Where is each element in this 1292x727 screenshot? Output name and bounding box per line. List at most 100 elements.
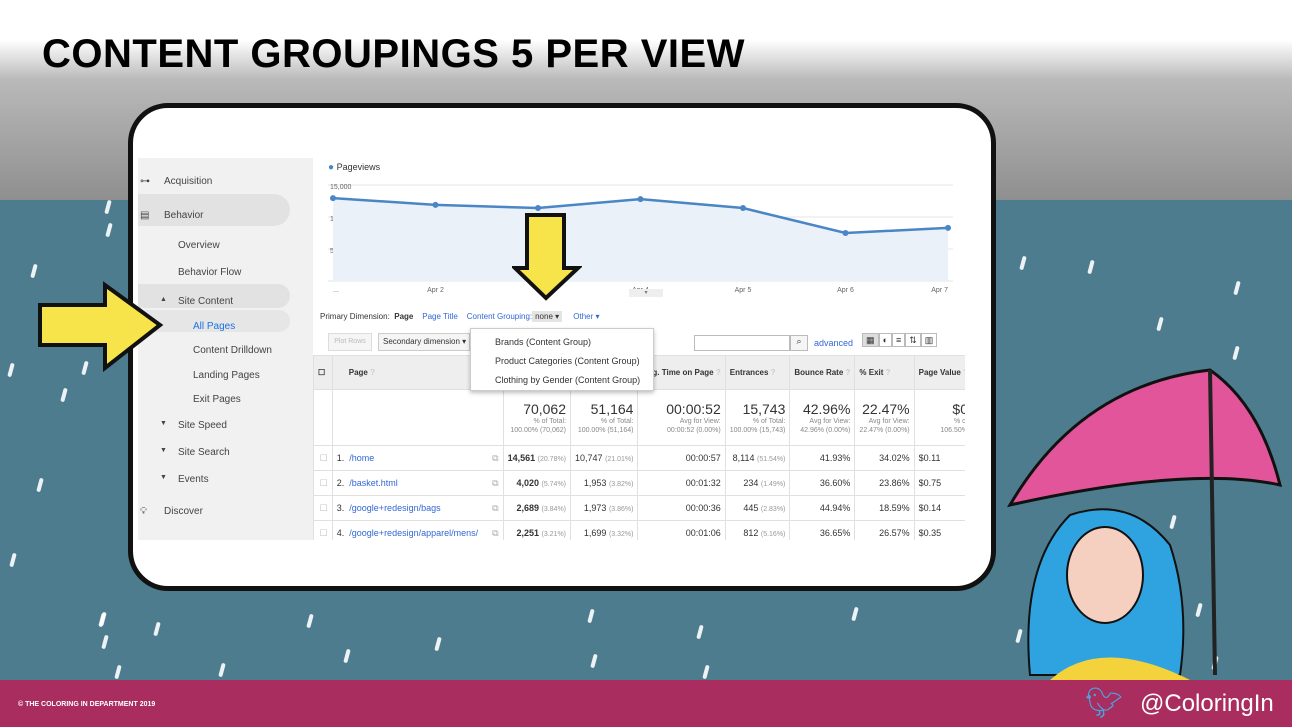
page-value-cell: $0.14 [913, 495, 965, 521]
unique-pageviews-value: 1,953 [583, 478, 607, 488]
secondary-dimension-select[interactable]: Secondary dimension ▾ [378, 333, 470, 351]
pie-view-icon[interactable]: ◐ [878, 333, 892, 347]
page-cell: 4. /google+redesign/apparel/mens/ ⧉ [331, 520, 504, 540]
plot-rows-button[interactable]: Plot Rows [328, 333, 372, 351]
column-header[interactable]: Page Value ? [913, 355, 965, 390]
twitter-handle: @ColoringIn [1140, 690, 1274, 717]
search-icon[interactable]: ⌕ [790, 335, 808, 351]
entrances-cell: 445 (2.83%) [724, 495, 791, 521]
sidebar-item-overview[interactable]: Overview [138, 240, 313, 251]
row-checkbox[interactable]: ☐ [313, 445, 333, 471]
exit-cell: 18.59% [854, 495, 915, 521]
data-point [330, 195, 336, 202]
row-checkbox[interactable]: ☐ [313, 470, 333, 496]
dropdown-option[interactable]: Clothing by Gender (Content Group) [495, 375, 640, 385]
view-toggle-group: ▦ ◐ ≡ ⇅ ▥ [862, 333, 938, 347]
slide-title: CONTENT GROUPINGS 5 PER VIEW [42, 32, 745, 76]
row-checkbox[interactable]: ☐ [313, 495, 333, 521]
column-header-label: Bounce Rate [794, 368, 844, 377]
row-checkbox[interactable]: ☐ [313, 520, 333, 540]
page-link[interactable]: /google+redesign/apparel/mens/ [349, 528, 478, 538]
sidebar-item-behavior-flow[interactable]: Behavior Flow [138, 267, 313, 278]
total-cell: 15,743% of Total: 100.00% (15,743) [724, 389, 791, 446]
y-tick-label: 15,000 [330, 184, 352, 191]
sidebar-item-label: All Pages [193, 321, 236, 332]
sidebar-item-label: Landing Pages [193, 370, 260, 381]
column-header-label: Entrances [729, 368, 769, 377]
total-sub-label: Avg for View: [679, 417, 721, 425]
total-cell: 00:00:52 Avg for View: 00:00:52 (0.00%) [637, 389, 726, 446]
dimension-page-title[interactable]: Page Title [422, 312, 458, 321]
total-sub-value: 100.00% (51,164) [577, 426, 634, 434]
dimension-page[interactable]: Page [394, 312, 413, 321]
total-sub-label: % of Total: [600, 417, 634, 425]
table-row: ☐ 2. /basket.html ⧉ 4,020 (5.74%) 1,953 (… [313, 470, 965, 496]
raindrop [59, 387, 68, 403]
table-row: ☐ 4. /google+redesign/apparel/mens/ ⧉ 2,2… [313, 520, 965, 540]
open-link-icon[interactable]: ⧉ [492, 453, 498, 464]
raindrop [105, 222, 113, 238]
select-all-checkbox[interactable]: ☐ [313, 355, 333, 390]
column-header[interactable]: Bounce Rate ? [789, 355, 856, 390]
sidebar-item-site-search[interactable]: ▼ Site Search [138, 447, 313, 458]
unique-pageviews-value: 10,747 [575, 453, 603, 463]
data-point [637, 196, 644, 203]
avg-time-cell: 00:01:32 [637, 470, 726, 496]
sidebar-item-exit-pages[interactable]: Exit Pages [138, 394, 313, 405]
raindrop [36, 477, 44, 493]
open-link-icon[interactable]: ⧉ [492, 528, 498, 539]
sidebar-item-acquisition[interactable]: ⊶ Acquisition [138, 176, 313, 187]
dropdown-option[interactable]: Product Categories (Content Group) [495, 356, 640, 366]
data-point [842, 230, 849, 236]
sidebar-item-site-speed[interactable]: ▼ Site Speed [138, 420, 313, 431]
caret-down-icon: ▼ [160, 420, 167, 427]
pivot-view-icon[interactable]: ▥ [920, 333, 938, 347]
chart-legend: ● Pageviews [328, 162, 380, 173]
advanced-link[interactable]: advanced [814, 338, 853, 348]
unique-pageviews-cell: 10,747 (21.01%) [570, 445, 639, 471]
total-sub-label: % of Total: [533, 417, 567, 425]
page-link[interactable]: /basket.html [349, 478, 398, 488]
dimension-other[interactable]: Other ▾ [573, 312, 599, 321]
total-value: 70,062 [523, 400, 567, 417]
help-icon: ? [885, 368, 891, 377]
sidebar-item-events[interactable]: ▼ Events [138, 474, 313, 485]
raindrop [1233, 280, 1241, 296]
row-number: 2. [336, 477, 345, 488]
chart-collapse-button[interactable]: ▾ [629, 289, 663, 297]
dropdown-option[interactable]: Brands (Content Group) [495, 337, 591, 347]
column-header[interactable]: % Exit ? [854, 355, 915, 390]
performance-view-icon[interactable]: ≡ [891, 333, 906, 347]
raindrop [587, 608, 596, 623]
report-main: ● Pageviews 15,00010,0005,000...Apr 2Apr… [313, 158, 965, 540]
raindrop [342, 648, 351, 664]
screenshot-card: ⊶ Acquisition ▤ Behavior Overview Behavior Fl… [128, 103, 996, 591]
column-header-label: Page Value [918, 368, 961, 377]
open-link-icon[interactable]: ⧉ [492, 503, 498, 514]
page-link[interactable]: /google+redesign/bags [349, 503, 440, 513]
page-cell: 1. /home ⧉ [331, 445, 504, 471]
dimension-content-grouping[interactable]: Content Grouping: [467, 312, 532, 321]
sidebar-item-behavior[interactable]: ▤ Behavior [138, 210, 313, 221]
content-grouping-select[interactable]: none ▾ [532, 311, 563, 322]
sidebar-item-discover[interactable]: 💡︎ Discover [138, 506, 313, 517]
x-tick-label: Apr 7 [931, 287, 948, 294]
sidebar-item-label: Acquisition [164, 176, 213, 187]
column-header[interactable]: Entrances ? [724, 355, 791, 390]
total-cell: 51,164% of Total: 100.00% (51,164) [570, 389, 639, 446]
data-point [740, 205, 746, 212]
table-search-input[interactable] [694, 335, 790, 351]
raindrop [1232, 345, 1240, 361]
dimension-bar: Primary Dimension: Page Page Title Conte… [320, 311, 600, 322]
page-link[interactable]: /home [349, 453, 374, 463]
open-link-icon[interactable]: ⧉ [492, 478, 498, 489]
totals-row: 70,062% of Total: 100.00% (70,062) 51,164%… [313, 389, 965, 446]
x-tick-label: Apr 2 [427, 287, 444, 294]
raindrop [590, 653, 599, 669]
comparison-view-icon[interactable]: ⇅ [905, 333, 921, 347]
legend-dot-icon: ● [328, 162, 335, 173]
entrances-percent: (2.83%) [760, 506, 786, 513]
raindrop [1019, 255, 1028, 270]
table-view-icon[interactable]: ▦ [862, 333, 879, 347]
entrances-value: 445 [743, 503, 759, 513]
